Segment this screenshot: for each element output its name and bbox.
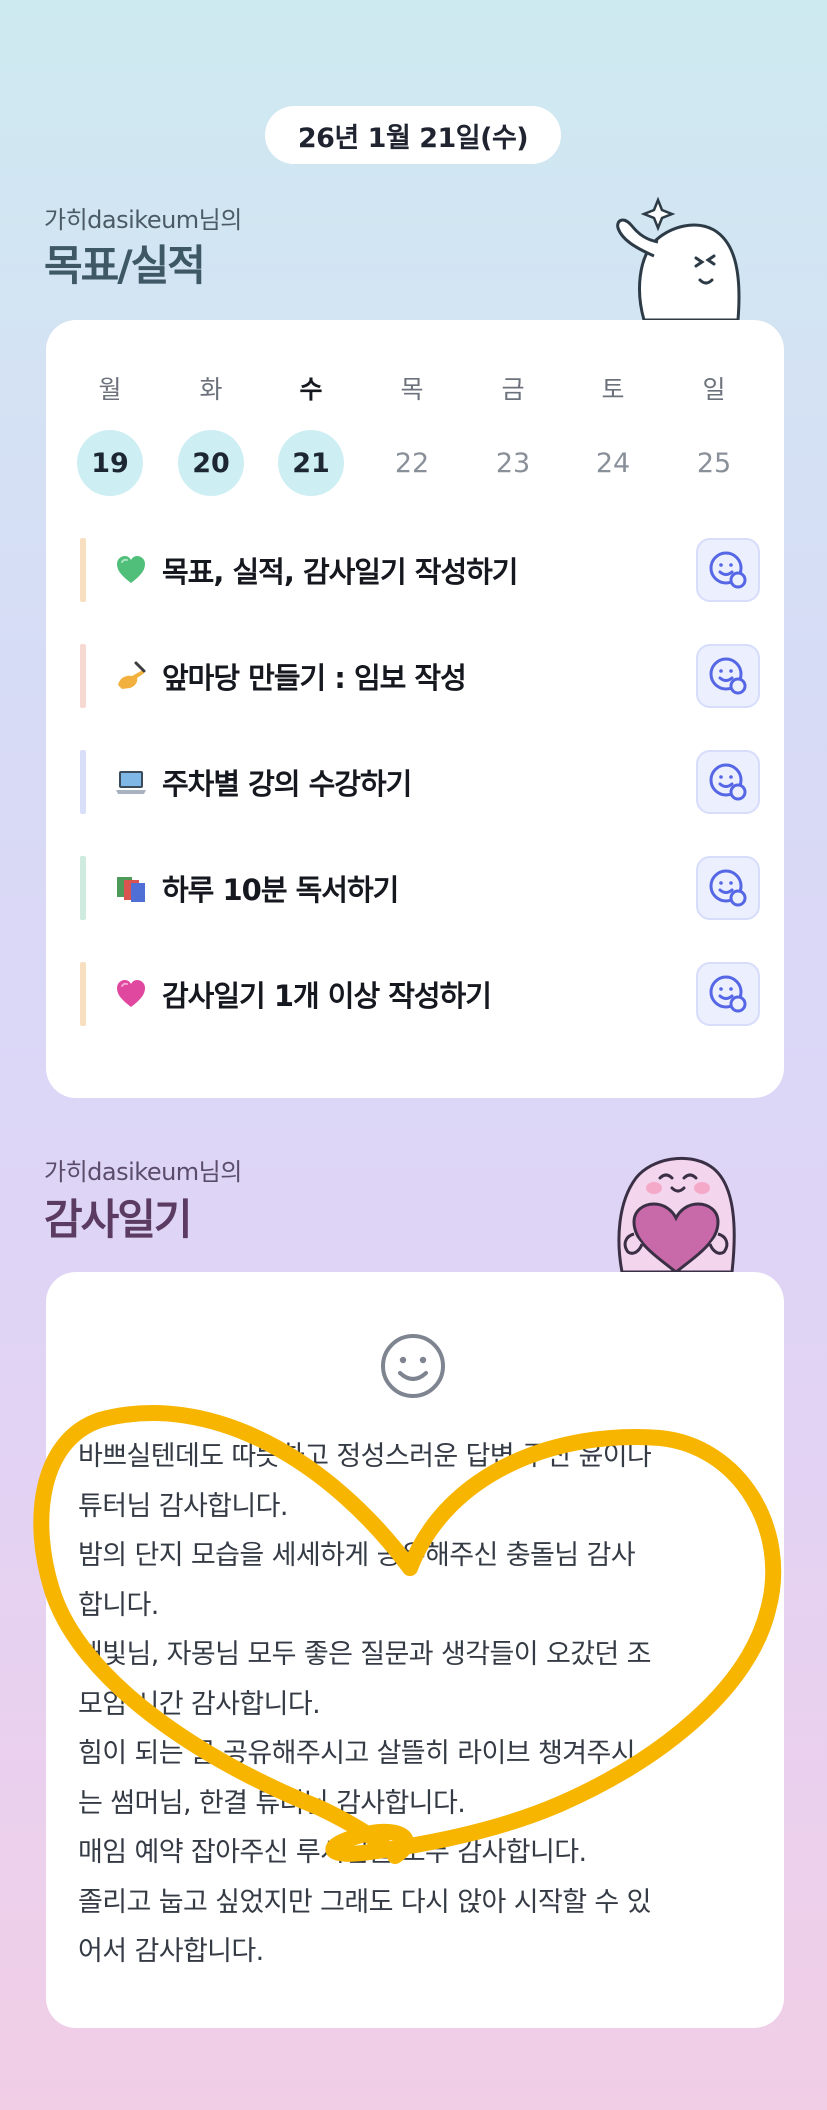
diary-line: 해빛님, 자몽님 모두 좋은 질문과 생각들이 오갔던 조: [78, 1639, 652, 1670]
day-label-mon: 월: [98, 375, 122, 404]
diary-line: 힘이 되는 글 공유해주시고 살뜰히 라이브 챙겨주시: [78, 1738, 636, 1769]
green-heart-icon: [117, 556, 145, 583]
diary-line: 매임 예약 잡아주신 루시님들 모두 감사합니다.: [78, 1837, 587, 1868]
goals-title: 목표/실적: [44, 241, 206, 290]
smiley-check-icon: [709, 869, 747, 907]
diary-line: 튜터님 감사합니다.: [78, 1490, 288, 1522]
books-icon: [117, 877, 145, 902]
goal-text: 감사일기 1개 이상 작성하기: [162, 979, 492, 1013]
goal-item: 목표, 실적, 감사일기 작성하기: [80, 536, 760, 604]
diary-text: 바쁘실텐데도 따뜻하고 정성스러운 답변 주신 윤이나 튜터님 감사합니다. 밤…: [78, 1432, 758, 1977]
diary-line: 밤의 단지 모습을 세세하게 공유해주신 충돌님 감사: [78, 1540, 636, 1571]
goals-owner-line: 가히dasikeum님의: [44, 206, 242, 234]
goal-item: 하루 10분 독서하기: [80, 854, 760, 922]
diary-owner-line: 가히dasikeum님의: [44, 1158, 242, 1186]
day-label-sun: 일: [702, 375, 726, 404]
smiley-check-icon: [709, 975, 747, 1013]
writing-hand-icon: [118, 661, 146, 689]
diary-line: 합니다.: [78, 1589, 159, 1621]
goal-text: 목표, 실적, 감사일기 작성하기: [162, 555, 518, 589]
goal-check-button[interactable]: [696, 856, 760, 920]
smiley-check-icon: [709, 657, 747, 695]
day-20[interactable]: 20: [178, 430, 244, 496]
day-21[interactable]: 21: [278, 430, 344, 496]
smiley-check-icon: [709, 551, 747, 589]
heart-holding-mascot-icon: [617, 1156, 736, 1272]
goal-check-button[interactable]: [696, 644, 760, 708]
day-22[interactable]: 22: [379, 430, 445, 496]
goal-accent-bar: [80, 856, 86, 920]
diary-line: 바쁘실텐데도 따뜻하고 정성스러운 답변 주신 윤이나: [78, 1441, 652, 1472]
day-label-sat: 토: [601, 375, 625, 404]
day-25[interactable]: 25: [681, 430, 747, 496]
day-23[interactable]: 23: [480, 430, 546, 496]
pink-heart-icon: [117, 980, 145, 1007]
goal-text: 하루 10분 독서하기: [162, 873, 399, 907]
goal-item: 주차별 강의 수강하기: [80, 748, 760, 816]
diary-line: 모임 시간 감사합니다.: [78, 1688, 321, 1720]
day-label-fri: 금: [501, 375, 525, 404]
goal-text: 앞마당 만들기 : 임보 작성: [162, 661, 467, 695]
goal-accent-bar: [80, 962, 86, 1026]
goal-check-button[interactable]: [696, 962, 760, 1026]
goal-check-button[interactable]: [696, 750, 760, 814]
day-label-tue: 화: [199, 375, 223, 404]
day-19[interactable]: 19: [77, 430, 143, 496]
date-pill[interactable]: 26년 1월 21일(수): [265, 106, 561, 164]
diary-title: 감사일기: [44, 1195, 193, 1244]
gratitude-diary-card: 바쁘실텐데도 따뜻하고 정성스러운 답변 주신 윤이나 튜터님 감사합니다. 밤…: [46, 1272, 784, 2028]
goal-item: 앞마당 만들기 : 임보 작성: [80, 642, 760, 710]
smiley-check-icon: [709, 763, 747, 801]
goal-item: 감사일기 1개 이상 작성하기: [80, 960, 760, 1028]
laptop-icon: [116, 771, 146, 794]
goal-text: 주차별 강의 수강하기: [162, 767, 412, 801]
goal-accent-bar: [80, 750, 86, 814]
day-label-wed: 수: [299, 375, 323, 404]
day-label-thu: 목: [400, 375, 424, 404]
ghost-mascot-icon: [616, 196, 741, 320]
goals-card: 월 화 수 목 금 토 일 19 20 21 22 23 24 25 목표, 실…: [46, 320, 784, 1098]
goal-check-button[interactable]: [696, 538, 760, 602]
goal-accent-bar: [80, 644, 86, 708]
diary-line: 는 썸머님, 한결 튜터님 감사합니다.: [78, 1787, 466, 1819]
diary-line: 졸리고 눕고 싶었지만 그래도 다시 앉아 시작할 수 있: [78, 1886, 652, 1918]
diary-line: 어서 감사합니다.: [78, 1936, 264, 1967]
smiley-face-icon[interactable]: [379, 1332, 447, 1400]
goal-accent-bar: [80, 538, 86, 602]
day-24[interactable]: 24: [580, 430, 646, 496]
